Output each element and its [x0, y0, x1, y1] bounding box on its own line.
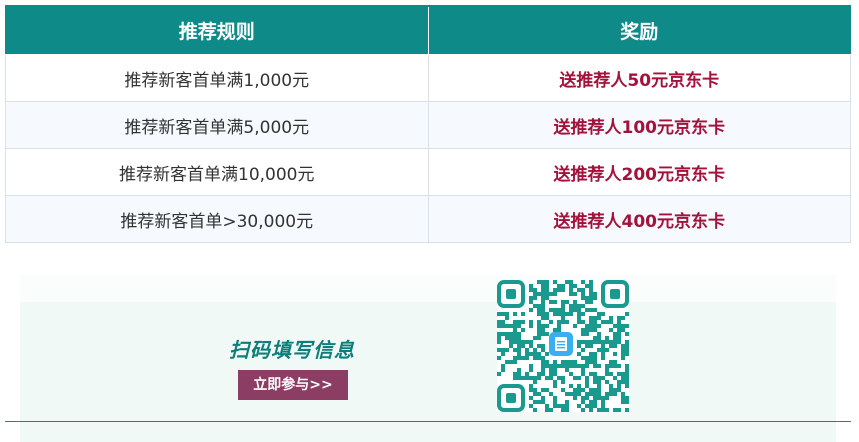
header-reward: 奖励 [427, 5, 851, 55]
table-row: 推荐新客首单>30,000元 送推荐人400元京东卡 [5, 195, 851, 243]
reward-cell: 送推荐人200元京东卡 [427, 148, 851, 196]
rule-cell: 推荐新客首单满10,000元 [5, 148, 429, 196]
qr-finder-top-left [497, 280, 525, 308]
reward-cell: 送推荐人400元京东卡 [427, 195, 851, 243]
divider [5, 421, 851, 422]
rule-cell: 推荐新客首单满1,000元 [5, 54, 429, 102]
join-now-button[interactable]: 立即参与>> [238, 370, 348, 400]
reward-cell: 送推荐人100元京东卡 [427, 101, 851, 149]
header-rule: 推荐规则 [5, 5, 429, 55]
page: 推荐规则 奖励 推荐新客首单满1,000元 送推荐人50元京东卡 推荐新客首单满… [0, 0, 859, 442]
table-row: 推荐新客首单满5,000元 送推荐人100元京东卡 [5, 101, 851, 149]
qr-finder-top-right [601, 280, 629, 308]
scan-instruction: 扫码填写信息 [229, 338, 355, 362]
table-row: 推荐新客首单满1,000元 送推荐人50元京东卡 [5, 54, 851, 102]
qr-finder-bottom-left [497, 384, 525, 412]
qr-code-graphic [497, 280, 629, 412]
rule-cell: 推荐新客首单满5,000元 [5, 101, 429, 149]
table-row: 推荐新客首单满10,000元 送推荐人200元京东卡 [5, 148, 851, 196]
form-icon [549, 332, 573, 356]
qr-code-icon[interactable] [497, 280, 629, 412]
table-header-row: 推荐规则 奖励 [5, 5, 851, 55]
rule-cell: 推荐新客首单>30,000元 [5, 195, 429, 243]
reward-cell: 送推荐人50元京东卡 [427, 54, 851, 102]
promo-top-band [20, 274, 836, 302]
referral-rules-table: 推荐规则 奖励 推荐新客首单满1,000元 送推荐人50元京东卡 推荐新客首单满… [5, 5, 851, 243]
